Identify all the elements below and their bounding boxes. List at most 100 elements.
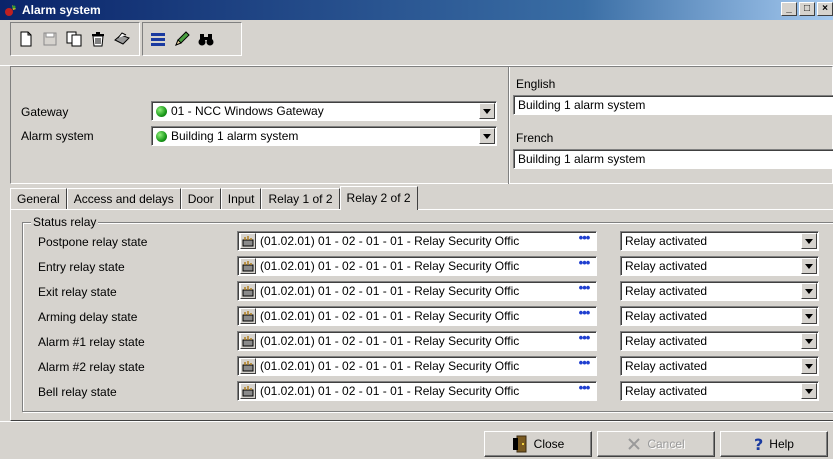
ellipsis-icon[interactable]: ••• <box>573 256 595 274</box>
pencil-icon <box>175 31 190 46</box>
relay-row-label: Postpone relay state <box>38 235 148 249</box>
minimize-button[interactable]: _ <box>781 2 797 16</box>
ellipsis-icon[interactable]: ••• <box>573 356 595 374</box>
tab-general[interactable]: General <box>10 188 67 210</box>
relay-picker-value: (01.02.01) 01 - 02 - 01 - 01 - Relay Sec… <box>260 309 520 323</box>
close-button-label: Close <box>533 437 565 451</box>
relay-state-dropdown[interactable]: Relay activated <box>620 356 819 376</box>
relay-row: Postpone relay state (01.02.01) 01 - 02 -… <box>0 231 833 253</box>
relay-picker-icon[interactable] <box>240 333 256 349</box>
relay-picker-icon[interactable] <box>240 283 256 299</box>
relay-state-value: Relay activated <box>625 259 708 273</box>
relay-picker-icon[interactable] <box>240 308 256 324</box>
copy-button[interactable] <box>63 27 85 51</box>
tab-relay-1-of-2[interactable]: Relay 1 of 2 <box>261 188 340 210</box>
chevron-down-icon[interactable] <box>801 233 817 249</box>
help-button[interactable]: ? Help <box>720 431 828 457</box>
relay-row: Arming delay state (01.02.01) 01 - 02 - 0… <box>0 306 833 328</box>
tab-relay-2-of-2[interactable]: Relay 2 of 2 <box>339 186 418 210</box>
new-button[interactable] <box>15 27 37 51</box>
tab-door[interactable]: Door <box>180 188 221 210</box>
relay-picker-value: (01.02.01) 01 - 02 - 01 - 01 - Relay Sec… <box>260 384 520 398</box>
chevron-down-icon[interactable] <box>479 103 495 119</box>
help-icon: ? <box>754 434 764 454</box>
french-name-field[interactable]: Building 1 alarm system <box>513 149 833 169</box>
ellipsis-icon[interactable]: ••• <box>573 231 595 249</box>
relay-row: Bell relay state (01.02.01) 01 - 02 - 01 … <box>0 381 833 403</box>
alarm-system-label: Alarm system <box>21 129 94 143</box>
relay-row-label: Alarm #1 relay state <box>38 335 145 349</box>
tab-input[interactable]: Input <box>220 188 262 210</box>
chevron-down-icon[interactable] <box>479 128 495 144</box>
relay-state-dropdown[interactable]: Relay activated <box>620 381 819 401</box>
cancel-button[interactable]: Cancel <box>597 431 715 457</box>
relay-row-label: Exit relay state <box>38 285 117 299</box>
relay-state-dropdown[interactable]: Relay activated <box>620 281 819 301</box>
relay-state-dropdown[interactable]: Relay activated <box>620 231 819 251</box>
ellipsis-icon[interactable]: ••• <box>573 331 595 349</box>
help-button-label: Help <box>769 437 794 451</box>
relay-state-dropdown[interactable]: Relay activated <box>620 306 819 326</box>
delete-button[interactable] <box>87 27 109 51</box>
title-bar: Alarm system _ □ × <box>0 0 833 20</box>
gateway-label: Gateway <box>21 105 69 119</box>
relay-row: Entry relay state (01.02.01) 01 - 02 - 01… <box>0 256 833 278</box>
relay-picker-icon[interactable] <box>240 258 256 274</box>
relay-picker[interactable]: (01.02.01) 01 - 02 - 01 - 01 - Relay Sec… <box>237 381 597 401</box>
toolbar <box>0 20 833 66</box>
gateway-dropdown[interactable]: 01 - NCC Windows Gateway <box>151 101 497 121</box>
status-dot-icon <box>156 105 167 117</box>
relay-state-value: Relay activated <box>625 384 708 398</box>
binoculars-icon <box>198 34 214 46</box>
relay-picker[interactable]: (01.02.01) 01 - 02 - 01 - 01 - Relay Sec… <box>237 356 597 376</box>
maximize-button[interactable]: □ <box>799 2 815 16</box>
close-window-button[interactable]: × <box>817 2 833 16</box>
relay-row: Exit relay state (01.02.01) 01 - 02 - 01 … <box>0 281 833 303</box>
new-icon <box>20 31 32 47</box>
tab-access-and-delays[interactable]: Access and delays <box>66 188 181 210</box>
relay-picker[interactable]: (01.02.01) 01 - 02 - 01 - 01 - Relay Sec… <box>237 256 597 276</box>
ellipsis-icon[interactable]: ••• <box>573 381 595 399</box>
relay-state-value: Relay activated <box>625 309 708 323</box>
chevron-down-icon[interactable] <box>801 308 817 324</box>
relay-picker-icon[interactable] <box>240 233 256 249</box>
chevron-down-icon[interactable] <box>801 258 817 274</box>
relay-row: Alarm #1 relay state (01.02.01) 01 - 02 -… <box>0 331 833 353</box>
save-icon <box>43 32 57 46</box>
alarm-system-dropdown[interactable]: Building 1 alarm system <box>151 126 497 146</box>
relay-row: Alarm #2 relay state (01.02.01) 01 - 02 -… <box>0 356 833 378</box>
relay-row-label: Arming delay state <box>38 310 138 324</box>
chevron-down-icon[interactable] <box>801 383 817 399</box>
cancel-button-label: Cancel <box>647 437 685 451</box>
chevron-down-icon[interactable] <box>801 333 817 349</box>
print-icon <box>114 32 130 45</box>
relay-picker[interactable]: (01.02.01) 01 - 02 - 01 - 01 - Relay Sec… <box>237 281 597 301</box>
chevron-down-icon[interactable] <box>801 358 817 374</box>
relay-picker-icon[interactable] <box>240 358 256 374</box>
window-title: Alarm system <box>22 3 101 17</box>
relay-picker-icon[interactable] <box>240 383 256 399</box>
delete-icon <box>92 32 104 47</box>
relay-state-dropdown[interactable]: Relay activated <box>620 256 819 276</box>
english-name-field[interactable]: Building 1 alarm system <box>513 95 833 115</box>
find-button[interactable] <box>195 27 217 51</box>
ellipsis-icon[interactable]: ••• <box>573 306 595 324</box>
relay-picker[interactable]: (01.02.01) 01 - 02 - 01 - 01 - Relay Sec… <box>237 306 597 326</box>
relay-picker-value: (01.02.01) 01 - 02 - 01 - 01 - Relay Sec… <box>260 359 520 373</box>
list-button[interactable] <box>147 27 169 51</box>
relay-state-value: Relay activated <box>625 234 708 248</box>
app-icon <box>5 5 16 16</box>
french-label: French <box>516 131 554 145</box>
toolbar-tools-group <box>142 22 242 56</box>
relay-picker[interactable]: (01.02.01) 01 - 02 - 01 - 01 - Relay Sec… <box>237 331 597 351</box>
chevron-down-icon[interactable] <box>801 283 817 299</box>
close-button[interactable]: Close <box>484 431 592 457</box>
relay-picker-value: (01.02.01) 01 - 02 - 01 - 01 - Relay Sec… <box>260 259 520 273</box>
ellipsis-icon[interactable]: ••• <box>573 281 595 299</box>
relay-state-dropdown[interactable]: Relay activated <box>620 331 819 351</box>
save-button[interactable] <box>39 27 61 51</box>
edit-button[interactable] <box>171 27 193 51</box>
relay-picker[interactable]: (01.02.01) 01 - 02 - 01 - 01 - Relay Sec… <box>237 231 597 251</box>
relay-row-label: Alarm #2 relay state <box>38 360 145 374</box>
print-button[interactable] <box>111 27 133 51</box>
